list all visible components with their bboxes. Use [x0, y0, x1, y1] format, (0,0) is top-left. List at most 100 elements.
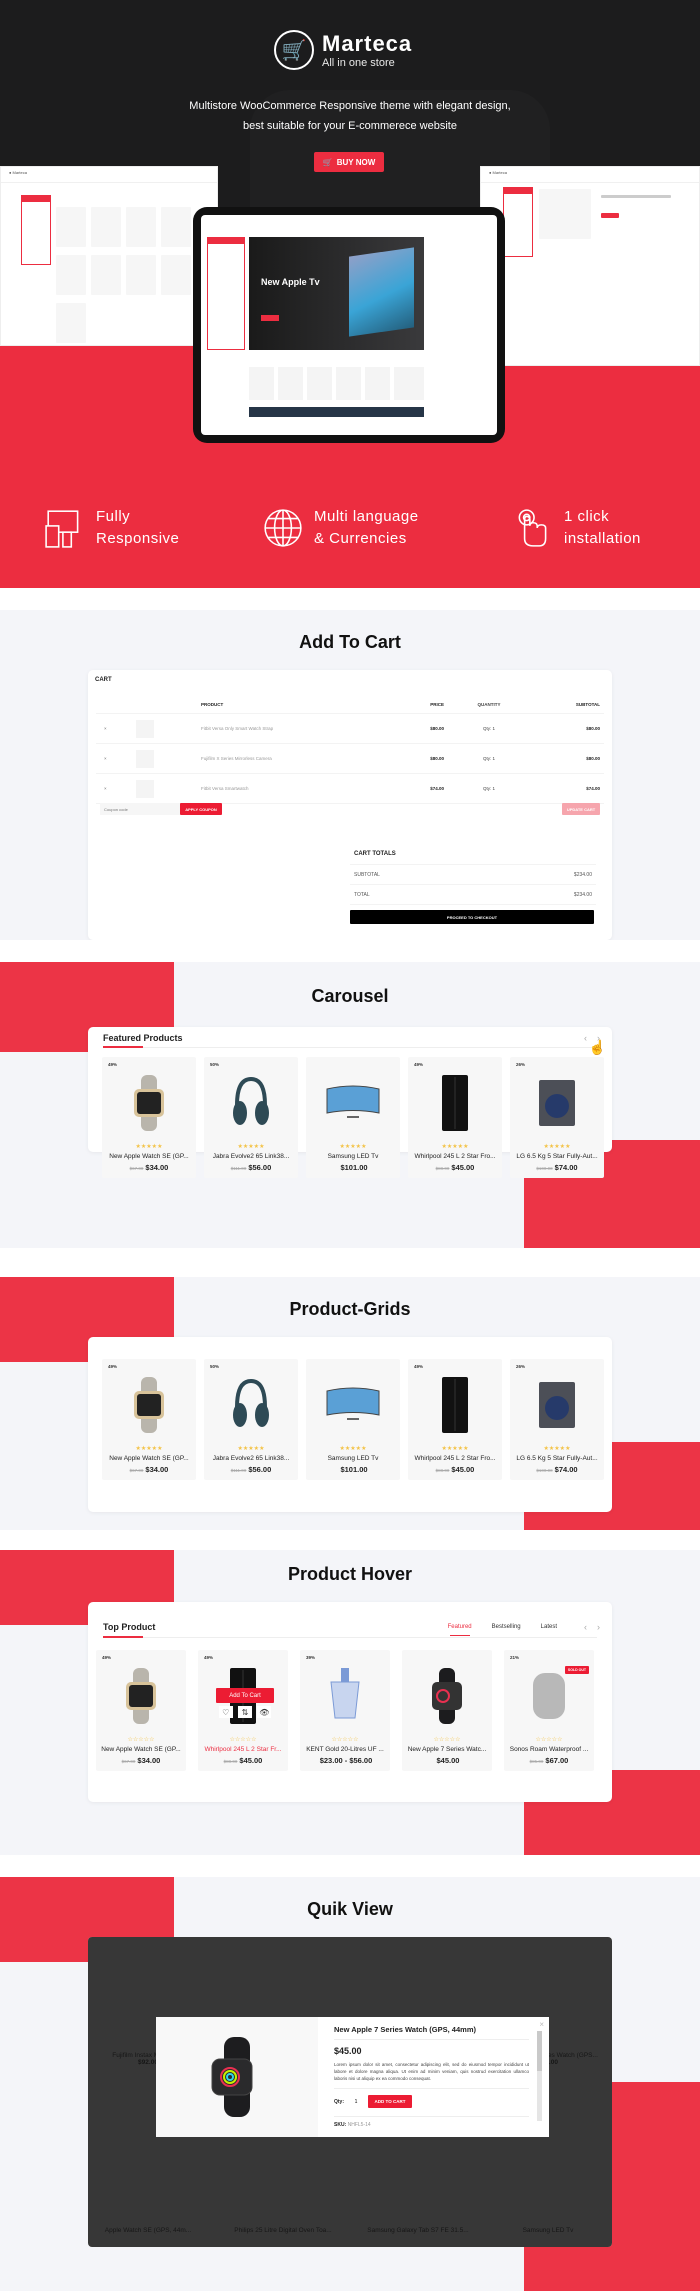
- remove-item-icon[interactable]: ×: [96, 726, 136, 731]
- product-card[interactable]: 49% ☆☆☆☆☆ Whirlpool 245 L 2 Star Fr... $88.…: [198, 1650, 288, 1771]
- product-card[interactable]: 49% ★★★★★ Whirlpool 245 L 2 Star Fro... $88…: [408, 1057, 502, 1178]
- product-image[interactable]: [323, 1375, 383, 1435]
- section-heading: Carousel: [311, 986, 389, 1006]
- product-name[interactable]: Samsung LED Tv: [306, 1455, 400, 1462]
- product-image[interactable]: [519, 1666, 579, 1726]
- product-name[interactable]: New Apple Watch SE (GP...: [102, 1153, 196, 1160]
- product-price: $88.00 $45.00: [408, 1465, 502, 1480]
- title-divider: [103, 1637, 597, 1638]
- preview-text-line: [601, 195, 671, 198]
- product-card[interactable]: 50% ★★★★★ Jabra Evolve2 65 Link38... $111.0…: [204, 1057, 298, 1178]
- product-thumbnail[interactable]: [136, 749, 154, 768]
- discount-badge: 49%: [204, 1655, 214, 1660]
- product-thumbnail[interactable]: [136, 779, 154, 798]
- product-image[interactable]: [323, 1073, 383, 1133]
- product-name[interactable]: New Apple Watch SE (GP...: [102, 1455, 196, 1462]
- product-card[interactable]: 39% ☆☆☆☆☆ KENT Gold 20-Litres UF ... $23.00…: [300, 1650, 390, 1771]
- product-name[interactable]: New Apple 7 Series Watc...: [402, 1746, 492, 1753]
- product-image[interactable]: [417, 1666, 477, 1726]
- product-name-link[interactable]: Fujifilm X Series Mirrorless Camera: [201, 756, 374, 761]
- product-image[interactable]: [221, 1073, 281, 1133]
- product-card[interactable]: 49% ☆☆☆☆☆ New Apple Watch SE (GP... $67.00 $…: [96, 1650, 186, 1771]
- product-name-link[interactable]: Fitbit Versa Smartwatch: [201, 786, 374, 791]
- subtotal-label: SUBTOTAL: [354, 871, 380, 878]
- feature-line1: Multi language: [314, 508, 419, 525]
- product-image[interactable]: [527, 1375, 587, 1435]
- prev-arrow-icon[interactable]: ‹: [584, 1033, 587, 1043]
- add-to-cart-button[interactable]: Add To Cart: [216, 1688, 274, 1703]
- product-image[interactable]: [111, 1666, 171, 1726]
- product-image[interactable]: [119, 1375, 179, 1435]
- product-image[interactable]: [119, 1073, 179, 1133]
- modal-sku: SKU: NHFL5-14: [334, 2116, 529, 2128]
- product-name[interactable]: Whirlpool 245 L 2 Star Fr...: [198, 1746, 288, 1753]
- tab-bestselling[interactable]: Bestselling: [492, 1624, 521, 1630]
- wishlist-heart-icon[interactable]: ♡: [218, 1706, 233, 1718]
- product-thumbnail[interactable]: [136, 719, 154, 738]
- remove-item-icon[interactable]: ×: [96, 786, 136, 791]
- product-name[interactable]: Whirlpool 245 L 2 Star Fro...: [408, 1455, 502, 1462]
- buy-now-label: BUY NOW: [336, 157, 376, 167]
- product-name[interactable]: Sonos Roam Waterproof ...: [504, 1746, 594, 1753]
- tab-featured[interactable]: Featured: [448, 1624, 472, 1636]
- quick-view-eye-icon[interactable]: 👁: [257, 1706, 272, 1718]
- product-image[interactable]: [425, 1375, 485, 1435]
- product-name[interactable]: New Apple Watch SE (GP...: [96, 1746, 186, 1753]
- product-card[interactable]: ★★★★★ Samsung LED Tv $101.00: [306, 1057, 400, 1178]
- update-cart-button[interactable]: UPDATE CART: [562, 803, 600, 815]
- current-price: $74.00: [554, 1465, 578, 1474]
- product-card[interactable]: 50% ★★★★★ Jabra Evolve2 65 Link38... $111.0…: [204, 1359, 298, 1480]
- product-card[interactable]: ★★★★★ Samsung LED Tv $101.00: [306, 1359, 400, 1480]
- product-card[interactable]: 49% ★★★★★ New Apple Watch SE (GP... $67.00 $…: [102, 1057, 196, 1178]
- current-price: $34.00: [137, 1756, 161, 1765]
- proceed-to-checkout-button[interactable]: PROCEED TO CHECKOUT: [350, 910, 594, 924]
- close-icon[interactable]: ×: [539, 2020, 544, 2029]
- product-name[interactable]: LG 6.5 Kg 5 Star Fully-Aut...: [510, 1455, 604, 1462]
- section-heading: Product Hover: [287, 1564, 413, 1584]
- next-arrow-icon[interactable]: ›: [597, 1622, 600, 1632]
- product-name[interactable]: Jabra Evolve2 65 Link38...: [204, 1455, 298, 1462]
- prev-arrow-icon[interactable]: ‹: [584, 1622, 587, 1632]
- product-name[interactable]: KENT Gold 20-Litres UF ...: [300, 1746, 390, 1753]
- coupon-input[interactable]: [100, 803, 180, 815]
- product-card[interactable]: 49% ★★★★★ Whirlpool 245 L 2 Star Fro... $88…: [408, 1359, 502, 1480]
- old-price: $100.00: [536, 1166, 553, 1171]
- product-card[interactable]: 26% ★★★★★ LG 6.5 Kg 5 Star Fully-Aut... $10…: [510, 1359, 604, 1480]
- product-image[interactable]: [315, 1666, 375, 1726]
- qty-input[interactable]: [350, 2098, 362, 2105]
- tablet-screen: New Apple Tv: [201, 215, 497, 435]
- quick-view-modal: New Apple 7 Series Watch (GPS, 44mm) $45…: [156, 2017, 549, 2137]
- hero-section: 🛒 Marteca All in one store Multistore Wo…: [0, 0, 700, 588]
- modal-scrollbar[interactable]: [537, 2031, 542, 2121]
- tab-latest[interactable]: Latest: [541, 1624, 557, 1630]
- hero-description-line2: best suitable for your E-commerece websi…: [243, 120, 457, 132]
- compare-icon[interactable]: ⇅: [237, 1706, 252, 1718]
- remove-item-icon[interactable]: ×: [96, 756, 136, 761]
- cart-card: CART PRODUCT PRICE QUANTITY SUBTOTAL × F…: [88, 670, 612, 940]
- product-card[interactable]: 21% ☆☆☆☆☆ Sonos Roam Waterproof ... $85.00 $…: [504, 1650, 594, 1771]
- product-name-link[interactable]: Fitbit Versa Only Smart Watch Strap: [201, 726, 374, 731]
- product-image[interactable]: [425, 1073, 485, 1133]
- rating-stars-icon: ☆☆☆☆☆: [229, 1737, 257, 1743]
- total-value: $234.00: [573, 891, 592, 898]
- preview-product: [91, 255, 121, 295]
- apply-coupon-button[interactable]: APPLY COUPON: [180, 803, 222, 815]
- qty-input[interactable]: 1: [493, 756, 496, 761]
- product-card[interactable]: 49% ★★★★★ New Apple Watch SE (GP... $67.00 $…: [102, 1359, 196, 1480]
- feature-responsive: Fully Responsive: [44, 506, 179, 550]
- product-name[interactable]: Whirlpool 245 L 2 Star Fro...: [408, 1153, 502, 1160]
- product-name[interactable]: Samsung LED Tv: [306, 1153, 400, 1160]
- product-name[interactable]: LG 6.5 Kg 5 Star Fully-Aut...: [510, 1153, 604, 1160]
- product-image[interactable]: [527, 1073, 587, 1133]
- qty-input[interactable]: 1: [493, 786, 496, 791]
- column-product: PRODUCT: [201, 702, 224, 707]
- rating-stars-icon: ★★★★★: [339, 1446, 367, 1452]
- buy-now-button[interactable]: 🛒 BUY NOW: [314, 152, 384, 172]
- modal-add-to-cart-button[interactable]: ADD TO CART: [368, 2095, 412, 2108]
- product-name[interactable]: Jabra Evolve2 65 Link38...: [204, 1153, 298, 1160]
- product-card[interactable]: 26% ★★★★★ LG 6.5 Kg 5 Star Fully-Aut... $10…: [510, 1057, 604, 1178]
- feature-line1: 1 click: [564, 508, 610, 525]
- product-image[interactable]: [221, 1375, 281, 1435]
- qty-input[interactable]: 1: [493, 726, 496, 731]
- product-card[interactable]: ☆☆☆☆☆ New Apple 7 Series Watc... $45.00: [402, 1650, 492, 1771]
